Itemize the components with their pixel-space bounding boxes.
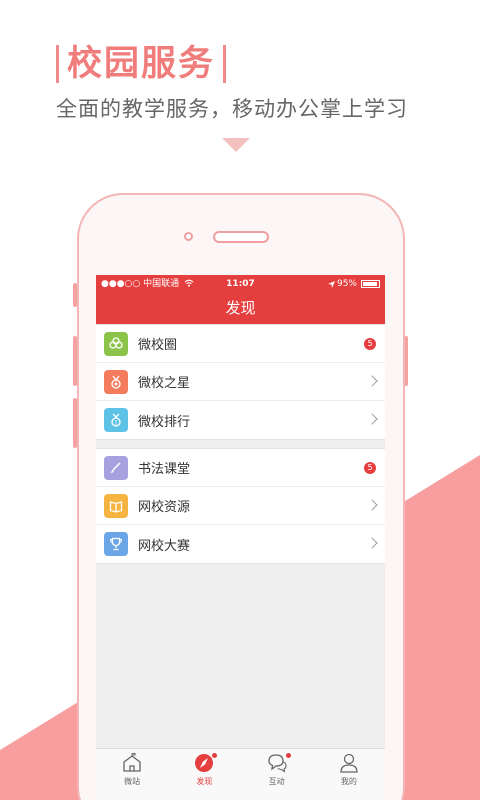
phone-speaker [213,231,269,243]
unread-badge: 5 [364,338,376,350]
battery-icon [361,280,380,288]
tab-faxian[interactable]: 发现 [168,749,240,800]
headline-right-bar [223,45,227,83]
menu-item-wangxiaodasai[interactable]: 网校大赛 [96,525,385,563]
chat-icon [267,754,287,773]
menu-group-2: 书法课堂 5 网校资源 网校大赛 [96,448,385,564]
menu-group-1: 微校圈 5 微校之星 1 微校排行 [96,324,385,440]
tab-label: 发现 [196,777,213,786]
phone-screen: ●●●○○ 中国联通 11:07 95% 发现 微校圈 5 微校之星 1 微校排… [96,275,385,800]
medal-icon [104,369,128,394]
menu-item-shufaketang[interactable]: 书法课堂 5 [96,449,385,487]
tab-label: 互动 [268,777,285,786]
chevron-right-icon [366,413,378,425]
status-bar: ●●●○○ 中国联通 11:07 95% [96,275,385,293]
ranking-icon: 1 [104,408,128,432]
school-icon [123,753,141,772]
chevron-right-icon [366,375,378,387]
menu-item-weixiaoquan[interactable]: 微校圈 5 [96,325,385,363]
menu-item-weixiaopaihang[interactable]: 1 微校排行 [96,401,385,439]
nav-bar: 发现 [96,293,385,327]
battery-status: 95% [327,275,380,293]
brush-icon [104,455,128,480]
menu-item-label: 书法课堂 [138,462,191,477]
tab-wode[interactable]: 我的 [313,749,385,800]
svg-text:1: 1 [114,420,118,427]
menu-item-weixiaozhixing[interactable]: 微校之星 [96,363,385,401]
phone-camera [184,232,193,241]
menu-item-label: 网校大赛 [138,538,191,554]
trophy-icon [104,532,128,556]
unread-badge: 5 [364,462,376,474]
promo-title: 校园服务 [67,44,216,84]
person-icon [340,753,358,773]
tab-label: 微站 [124,777,141,786]
menu-item-wangxiaoziyuan[interactable]: 网校资源 [96,487,385,525]
menu-item-label: 微校排行 [138,414,191,430]
notification-dot [212,753,218,758]
promo-subtitle: 全面的教学服务，移动办公掌上学习 [56,97,408,121]
chevron-right-icon [366,537,378,549]
menu-item-label: 微校圈 [138,338,178,353]
clover-icon [104,331,128,356]
menu-item-label: 网校资源 [138,500,191,515]
pointer-triangle [222,138,250,152]
chevron-right-icon [366,499,378,511]
battery-percent: 95% [336,279,357,289]
menu-item-label: 微校之星 [138,376,191,391]
tab-hudong[interactable]: 互动 [241,749,313,800]
nav-title: 发现 [225,299,256,317]
book-icon [104,493,128,518]
promo-headline: 校园服务 [56,44,227,84]
tab-weizhan[interactable]: 微站 [96,749,168,800]
tab-label: 我的 [340,777,357,786]
tab-bar: 微站 发现 互动 我的 [96,748,385,800]
location-arrow-icon [327,280,335,288]
notification-dot [285,753,291,758]
